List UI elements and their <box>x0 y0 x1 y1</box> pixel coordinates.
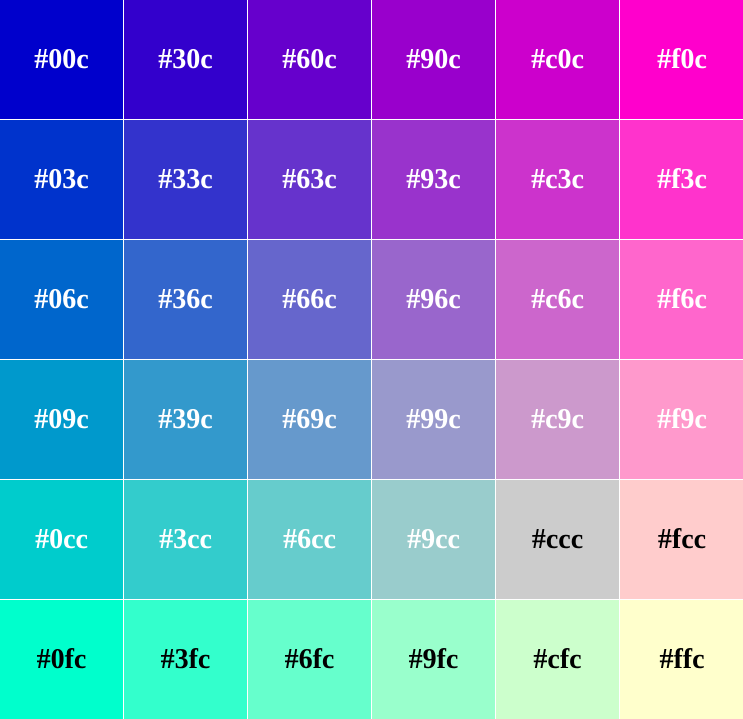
color-swatch-label: #0fc <box>36 643 87 675</box>
color-swatch-label: #f9c <box>657 403 707 435</box>
color-swatch-label: #6fc <box>284 643 335 675</box>
color-swatch-label: #cfc <box>533 643 582 675</box>
color-swatch: #00c <box>0 0 123 119</box>
color-swatch: #f0c <box>620 0 743 119</box>
color-swatch-label: #fcc <box>657 523 707 555</box>
color-swatch: #c0c <box>496 0 619 119</box>
color-swatch: #06c <box>0 240 123 359</box>
color-swatch: #69c <box>248 360 371 479</box>
color-swatch-grid: #00c #30c #60c #90c #c0c #f0c #03c #33c … <box>0 0 743 719</box>
color-swatch-label: #96c <box>406 283 461 315</box>
color-swatch: #03c <box>0 120 123 239</box>
color-swatch-label: #09c <box>34 403 89 435</box>
color-swatch: #ccc <box>496 480 619 599</box>
color-swatch-label: #90c <box>406 43 461 75</box>
color-swatch: #f6c <box>620 240 743 359</box>
color-swatch: #9cc <box>372 480 495 599</box>
color-swatch: #fcc <box>620 480 743 599</box>
color-swatch-label: #c0c <box>531 43 584 75</box>
color-swatch: #09c <box>0 360 123 479</box>
color-swatch: #99c <box>372 360 495 479</box>
color-swatch: #c3c <box>496 120 619 239</box>
color-swatch-label: #9cc <box>407 523 460 555</box>
color-swatch-label: #0cc <box>35 523 88 555</box>
color-swatch: #9fc <box>372 600 495 719</box>
color-swatch-label: #3fc <box>160 643 211 675</box>
color-swatch: #96c <box>372 240 495 359</box>
color-swatch-label: #ccc <box>531 523 584 555</box>
color-swatch-label: #66c <box>282 283 337 315</box>
color-swatch: #6fc <box>248 600 371 719</box>
color-swatch-label: #33c <box>158 163 213 195</box>
color-swatch-label: #f3c <box>657 163 707 195</box>
color-swatch-label: #ffc <box>659 643 705 675</box>
color-swatch-label: #36c <box>158 283 213 315</box>
color-swatch-label: #c3c <box>531 163 584 195</box>
color-swatch: #6cc <box>248 480 371 599</box>
color-swatch: #f3c <box>620 120 743 239</box>
color-swatch-label: #3cc <box>159 523 212 555</box>
color-swatch: #93c <box>372 120 495 239</box>
color-swatch-label: #03c <box>34 163 89 195</box>
color-swatch-label: #93c <box>406 163 461 195</box>
color-swatch: #60c <box>248 0 371 119</box>
color-swatch: #39c <box>124 360 247 479</box>
color-swatch: #3fc <box>124 600 247 719</box>
color-swatch-label: #60c <box>282 43 337 75</box>
color-swatch: #33c <box>124 120 247 239</box>
color-swatch-label: #9fc <box>408 643 459 675</box>
color-swatch: #63c <box>248 120 371 239</box>
color-swatch: #cfc <box>496 600 619 719</box>
color-swatch: #66c <box>248 240 371 359</box>
color-swatch: #ffc <box>620 600 743 719</box>
color-swatch-label: #39c <box>158 403 213 435</box>
color-swatch-label: #00c <box>34 43 89 75</box>
color-swatch: #30c <box>124 0 247 119</box>
color-swatch: #36c <box>124 240 247 359</box>
color-swatch-label: #06c <box>34 283 89 315</box>
color-swatch: #90c <box>372 0 495 119</box>
color-swatch-label: #f6c <box>657 283 707 315</box>
color-swatch-label: #69c <box>282 403 337 435</box>
color-swatch: #c9c <box>496 360 619 479</box>
color-swatch-label: #99c <box>406 403 461 435</box>
color-swatch: #0cc <box>0 480 123 599</box>
color-swatch-label: #c9c <box>531 403 584 435</box>
color-swatch-label: #6cc <box>283 523 336 555</box>
color-swatch: #3cc <box>124 480 247 599</box>
color-swatch-label: #30c <box>158 43 213 75</box>
color-swatch-label: #f0c <box>657 43 707 75</box>
color-swatch-label: #c6c <box>531 283 584 315</box>
color-swatch-label: #63c <box>282 163 337 195</box>
color-swatch: #0fc <box>0 600 123 719</box>
color-swatch: #f9c <box>620 360 743 479</box>
color-swatch: #c6c <box>496 240 619 359</box>
